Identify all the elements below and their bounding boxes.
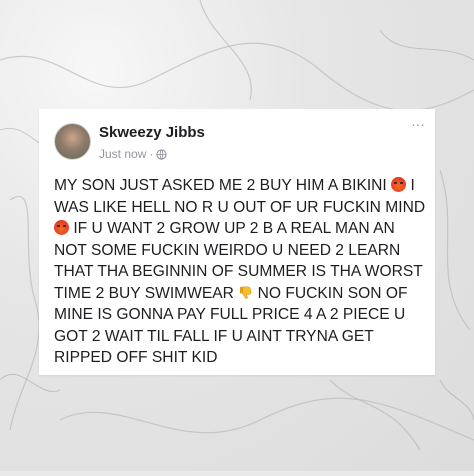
facebook-post-card: Skweezy Jibbs Just now · ··· MY SON JUST…: [39, 109, 435, 375]
author-name[interactable]: Skweezy Jibbs: [99, 124, 205, 141]
post-line: GOT 2 WAIT TIL FALL IF U AINT TRYNA GET: [54, 327, 374, 345]
angry-face-emoji: [54, 220, 69, 235]
post-line: MINE IS GONNA PAY FULL PRICE 4 A 2 PIECE…: [54, 306, 406, 323]
post-text: MY SON JUST ASKED ME 2 BUY HIM A BIKINI …: [54, 175, 430, 369]
angry-face-emoji: [391, 177, 407, 192]
more-options-icon[interactable]: ···: [411, 117, 425, 131]
post-line: THAT THA BEGINNIN OF SUMMER IS THA WORST: [54, 263, 423, 280]
post-line: WAS LIKE HELL NO R U OUT OF UR FUCKIN MI…: [54, 198, 426, 216]
post-line: RIPPED OFF SHIT KID: [54, 349, 218, 366]
meta-separator: ·: [149, 147, 154, 161]
post-line: TIME 2 BUY SWIMWEAR NO FUCKIN SON OF: [54, 284, 408, 302]
globe-icon: [156, 148, 167, 160]
post-line: MY SON JUST ASKED ME 2 BUY HIM A BIKINI …: [54, 177, 415, 194]
thumbs-down-emoji: [240, 286, 252, 299]
avatar[interactable]: [54, 123, 91, 160]
post-line: NOT SOME FUCKIN WEIRDO U NEED 2 LEARN: [54, 241, 401, 259]
post-line: IF U WANT 2 GROW UP 2 B A REAL MAN AN: [54, 218, 430, 240]
timestamp[interactable]: Just now: [99, 147, 146, 161]
post-meta: Just now ·: [99, 147, 167, 161]
